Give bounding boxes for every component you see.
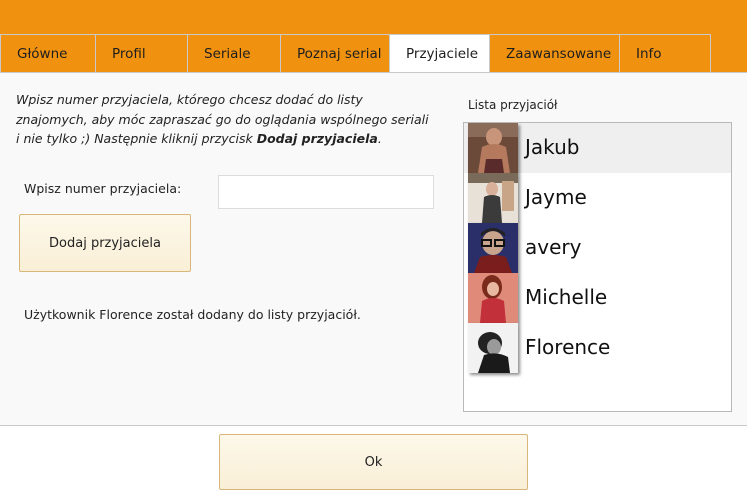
tab-przyjaciele[interactable]: Przyjaciele	[389, 34, 490, 74]
list-item[interactable]: Florence	[464, 323, 731, 373]
tab-zaawansowane[interactable]: Zaawansowane	[489, 34, 620, 73]
tab-seriale[interactable]: Seriale	[187, 34, 281, 73]
friend-number-label: Wpisz numer przyjaciela:	[24, 181, 182, 196]
avatar	[468, 273, 518, 323]
list-item[interactable]: avery	[464, 223, 731, 273]
avatar	[468, 173, 518, 223]
instructions-end: .	[377, 131, 382, 146]
friends-list[interactable]: Jakub Jayme avery Michelle Florence	[463, 122, 732, 412]
tab-bar: Główne Profil Seriale Poznaj serial Przy…	[0, 34, 711, 74]
friend-name: avery	[525, 235, 582, 259]
tab-profil[interactable]: Profil	[95, 34, 188, 73]
instructions-button-ref: Dodaj przyjaciela	[256, 131, 378, 146]
ok-button[interactable]: Ok	[219, 434, 528, 490]
friends-panel: Wpisz numer przyjaciela, którego chcesz …	[0, 72, 747, 426]
friend-name: Florence	[525, 335, 611, 359]
instructions-text: Wpisz numer przyjaciela, którego chcesz …	[16, 90, 436, 149]
friend-name: Jayme	[525, 185, 587, 209]
friend-name: Michelle	[525, 285, 608, 309]
friend-number-input[interactable]	[218, 175, 434, 209]
avatar	[468, 223, 518, 273]
tab-poznaj-serial[interactable]: Poznaj serial	[280, 34, 390, 73]
friends-list-label: Lista przyjaciół	[468, 98, 558, 112]
add-friend-button[interactable]: Dodaj przyjaciela	[19, 214, 191, 272]
tab-info[interactable]: Info	[619, 34, 711, 73]
avatar	[468, 323, 518, 373]
list-item[interactable]: Jakub	[464, 123, 731, 173]
tab-glowne[interactable]: Główne	[0, 34, 96, 73]
list-item[interactable]: Jayme	[464, 173, 731, 223]
friend-name: Jakub	[525, 135, 580, 159]
list-item[interactable]: Michelle	[464, 273, 731, 323]
status-message: Użytkownik Florence został dodany do lis…	[24, 307, 361, 322]
avatar	[468, 123, 518, 173]
